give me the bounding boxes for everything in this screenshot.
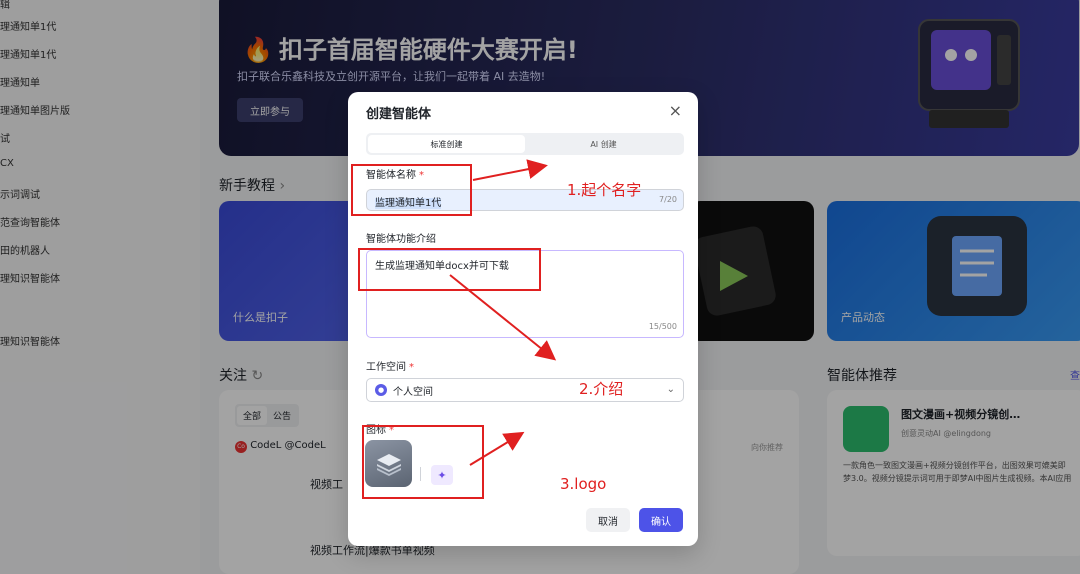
intro-label: 智能体功能介绍 bbox=[366, 234, 436, 245]
annotation-box-logo bbox=[362, 425, 484, 499]
annotation-box-name bbox=[351, 164, 472, 216]
user-icon: ● bbox=[375, 384, 387, 396]
tab-ai-create[interactable]: AI 创建 bbox=[525, 135, 682, 153]
workspace-label: 工作空间 * bbox=[366, 362, 414, 373]
annotation-box-intro bbox=[358, 248, 541, 291]
annotation-2: 2.介绍 bbox=[579, 380, 624, 398]
chevron-down-icon: ⌄ bbox=[666, 384, 675, 395]
name-counter: 7/20 bbox=[659, 195, 677, 204]
workspace-select[interactable]: ● 个人空间 ⌄ bbox=[366, 378, 684, 402]
tab-standard-create[interactable]: 标准创建 bbox=[368, 135, 525, 153]
close-icon[interactable]: × bbox=[669, 101, 682, 120]
annotation-1: 1.起个名字 bbox=[567, 181, 642, 199]
annotation-3: 3.logo bbox=[560, 475, 607, 493]
create-mode-tabs: 标准创建 AI 创建 bbox=[366, 133, 684, 155]
confirm-button[interactable]: 确认 bbox=[639, 508, 683, 532]
cancel-button[interactable]: 取消 bbox=[586, 508, 630, 532]
dialog-title: 创建智能体 bbox=[366, 107, 432, 122]
intro-counter: 15/500 bbox=[648, 322, 677, 331]
